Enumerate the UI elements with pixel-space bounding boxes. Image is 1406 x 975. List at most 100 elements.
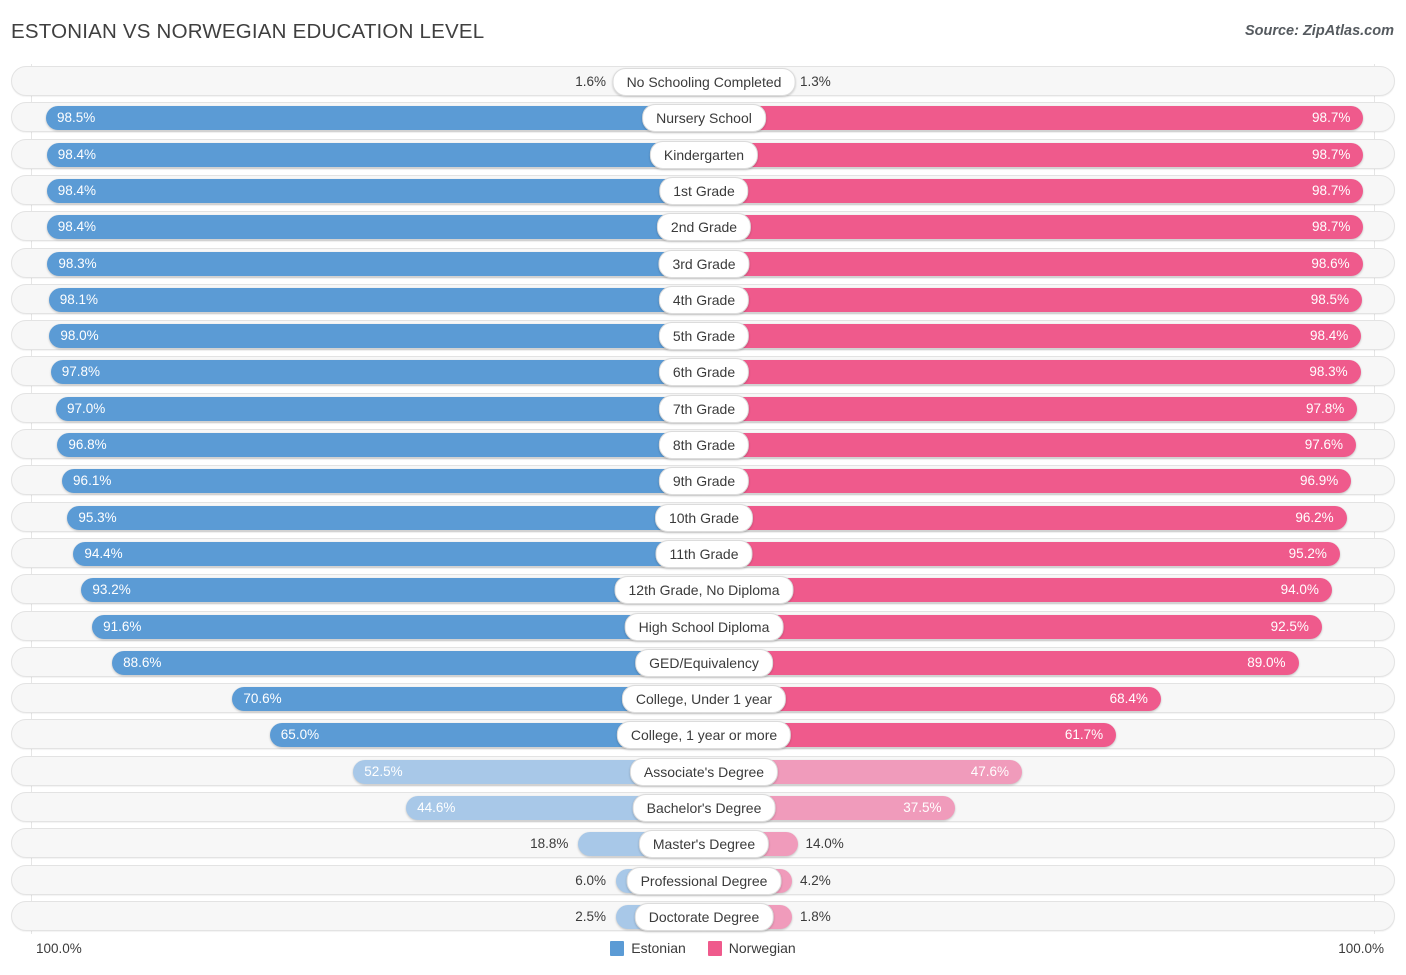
bar-norwegian	[704, 396, 1358, 421]
page-title: ESTONIAN VS NORWEGIAN EDUCATION LEVEL	[11, 20, 485, 43]
chart-row-inner: 65.0% 61.7% College, 1 year or more	[12, 720, 1394, 750]
bar-norwegian	[704, 578, 1332, 603]
category-label: Kindergarten	[649, 140, 759, 169]
chart-row: 97.0% 97.8% 7th Grade	[11, 392, 1395, 423]
bar-norwegian	[704, 142, 1364, 167]
bar-norwegian	[704, 650, 1299, 675]
value-label-norwegian: 37.5%	[903, 800, 942, 815]
bar-estonian	[48, 287, 704, 312]
category-label: College, Under 1 year	[621, 685, 787, 714]
chart-row: 65.0% 61.7% College, 1 year or more	[11, 719, 1395, 750]
bar-norwegian	[704, 215, 1364, 240]
value-label-norwegian: 61.7%	[1064, 727, 1104, 743]
category-label: GED/Equivalency	[635, 648, 773, 677]
chart-row: 1.6% 1.3% No Schooling Completed	[11, 66, 1395, 96]
chart-row-inner: 96.1% 96.9% 9th Grade	[12, 466, 1394, 496]
bar-norwegian	[704, 106, 1364, 131]
value-label-norwegian: 98.3%	[1309, 364, 1348, 380]
category-label: 1st Grade	[659, 176, 749, 205]
chart-row-inner: 52.5% 47.6% Associate's Degree	[12, 757, 1394, 786]
category-label: High School Diploma	[624, 612, 784, 641]
chart-row-inner: 95.3% 96.2% 10th Grade	[12, 503, 1394, 532]
chart-row-inner: 98.3% 98.6% 3rd Grade	[12, 249, 1394, 278]
bar-norwegian	[704, 251, 1363, 276]
value-label-estonian: 52.5%	[364, 763, 403, 779]
chart-row: 98.3% 98.6% 3rd Grade	[11, 247, 1395, 278]
value-label-norwegian: 47.6%	[970, 763, 1009, 779]
value-label-estonian: 93.2%	[92, 582, 131, 598]
chart-row: 18.8% 14.0% Master's Degree	[11, 828, 1395, 859]
chart-row: 98.1% 98.5% 4th Grade	[11, 283, 1395, 314]
chart-row-inner: 70.6% 68.4% College, Under 1 year	[12, 684, 1394, 714]
chart-row: 98.4% 98.7% Kindergarten	[11, 138, 1395, 169]
bar-estonian	[46, 215, 704, 240]
chart-row: 95.3% 96.2% 10th Grade	[11, 501, 1395, 532]
chart-row: 70.6% 68.4% College, Under 1 year	[11, 683, 1395, 714]
value-label-norwegian: 97.6%	[1304, 437, 1343, 452]
value-label-estonian: 94.4%	[84, 545, 123, 561]
value-label-estonian: 98.5%	[57, 110, 96, 126]
value-label-norwegian: 98.7%	[1312, 219, 1351, 235]
bar-estonian	[67, 505, 704, 530]
category-label: 10th Grade	[654, 503, 754, 532]
category-label: Doctorate Degree	[634, 902, 774, 931]
chart-row: 6.0% 4.2% Professional Degree	[11, 864, 1395, 895]
bar-norwegian	[704, 505, 1347, 530]
chart-row-inner: 91.6% 92.5% High School Diploma	[12, 612, 1394, 641]
category-label: 3rd Grade	[658, 249, 750, 278]
category-label: 7th Grade	[658, 394, 750, 423]
bar-estonian	[46, 142, 704, 167]
value-label-norwegian: 98.7%	[1312, 182, 1351, 198]
legend-swatch-icon	[610, 940, 625, 956]
chart-row-inner: 97.0% 97.8% 7th Grade	[12, 394, 1394, 423]
bar-estonian	[49, 324, 704, 349]
chart-row-inner: 98.4% 98.7% 2nd Grade	[12, 212, 1394, 242]
chart-row-inner: 93.2% 94.0% 12th Grade, No Diploma	[12, 575, 1394, 605]
category-label: 4th Grade	[658, 285, 750, 314]
value-label-estonian: 91.6%	[103, 618, 142, 634]
chart-row: 97.8% 98.3% 6th Grade	[11, 356, 1395, 387]
bar-estonian	[50, 360, 704, 385]
category-label: College, 1 year or more	[616, 721, 792, 750]
value-label-estonian: 98.0%	[60, 328, 99, 344]
bar-norwegian	[704, 469, 1352, 494]
value-label-estonian: 1.6%	[575, 74, 606, 89]
chart-row: 91.6% 92.5% High School Diploma	[11, 610, 1395, 641]
chart-row-inner: 98.5% 98.7% Nursery School	[12, 103, 1394, 133]
bar-estonian	[81, 578, 704, 603]
value-label-norwegian: 98.4%	[1310, 328, 1349, 344]
category-label: 12th Grade, No Diploma	[614, 576, 794, 605]
chart-row: 98.5% 98.7% Nursery School	[11, 102, 1395, 133]
category-label: 11th Grade	[655, 539, 753, 568]
chart-row-inner: 44.6% 37.5% Bachelor's Degree	[12, 793, 1394, 822]
bar-norwegian	[704, 614, 1322, 639]
value-label-estonian: 65.0%	[280, 727, 320, 743]
value-label-norwegian: 98.5%	[1310, 291, 1349, 307]
chart-row-inner: 97.8% 98.3% 6th Grade	[12, 357, 1394, 387]
value-label-estonian: 96.1%	[73, 473, 112, 489]
value-label-norwegian: 98.6%	[1311, 255, 1350, 271]
chart-row-inner: 98.1% 98.5% 4th Grade	[12, 285, 1394, 314]
bar-estonian	[46, 106, 704, 131]
value-label-estonian: 98.4%	[57, 219, 96, 235]
value-label-estonian: 70.6%	[243, 691, 282, 707]
legend-item: Norwegian	[707, 940, 796, 956]
value-label-estonian: 98.4%	[57, 182, 96, 198]
bar-estonian	[92, 614, 704, 639]
value-label-norwegian: 89.0%	[1247, 654, 1286, 670]
bar-estonian	[112, 650, 704, 675]
value-label-estonian: 98.3%	[58, 255, 97, 271]
category-label: 6th Grade	[658, 358, 750, 387]
value-label-norwegian: 96.9%	[1300, 473, 1339, 489]
chart-row: 88.6% 89.0% GED/Equivalency	[11, 646, 1395, 677]
category-label: Bachelor's Degree	[632, 794, 776, 822]
value-label-estonian: 18.8%	[530, 836, 569, 852]
bar-norwegian	[704, 541, 1340, 566]
chart-row-inner: 6.0% 4.2% Professional Degree	[12, 866, 1394, 895]
category-label: 9th Grade	[658, 467, 750, 496]
value-label-estonian: 2.5%	[575, 908, 606, 924]
chart-row-inner: 98.4% 98.7% Kindergarten	[12, 140, 1394, 169]
chart-row: 2.5% 1.8% Doctorate Degree	[11, 900, 1395, 931]
value-label-estonian: 97.8%	[61, 364, 100, 380]
bar-estonian	[47, 251, 704, 276]
